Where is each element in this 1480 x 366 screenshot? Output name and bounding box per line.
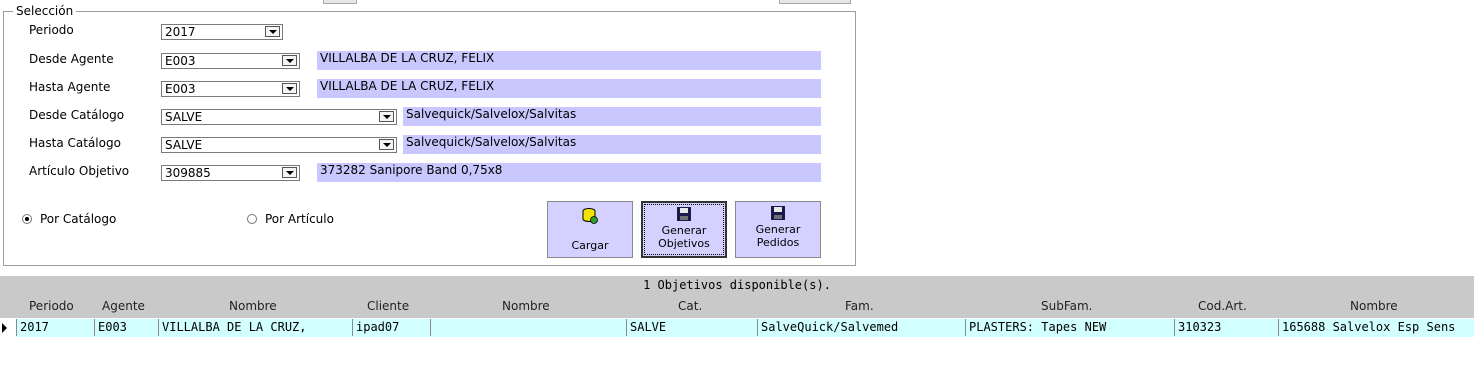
- generar-pedidos-label-1: Generar: [755, 223, 801, 236]
- col-header-codart[interactable]: Cod.Art.: [1198, 299, 1247, 313]
- por-catalogo-label[interactable]: Por Catálogo: [40, 212, 116, 226]
- database-load-icon: [582, 208, 598, 224]
- chevron-down-icon[interactable]: [282, 83, 297, 94]
- cell-cliente[interactable]: ipad07: [352, 319, 430, 336]
- hasta-catalogo-description: Salvequick/Salvelox/Salvitas: [403, 135, 821, 154]
- cell-agente[interactable]: E003: [94, 319, 158, 336]
- desde-agente-value: E003: [165, 54, 196, 68]
- hasta-agente-value: E003: [165, 82, 196, 96]
- periodo-value: 2017: [165, 25, 196, 39]
- articulo-objetivo-description: 373282 Sanipore Band 0,75x8: [317, 163, 821, 182]
- hasta-agente-label: Hasta Agente: [29, 80, 111, 94]
- cell-nombre-agente[interactable]: VILLALBA DE LA CRUZ,: [158, 319, 352, 336]
- current-row-indicator-icon: [2, 323, 7, 333]
- generar-objetivos-button[interactable]: Generar Objetivos: [641, 201, 727, 258]
- periodo-combo[interactable]: 2017: [161, 24, 283, 40]
- toolbar-edge: [323, 0, 357, 4]
- cell-periodo[interactable]: 2017: [16, 319, 94, 336]
- col-header-agente[interactable]: Agente: [102, 299, 145, 313]
- col-header-nombre-cliente[interactable]: Nombre: [502, 299, 550, 313]
- articulo-objetivo-value: 309885: [165, 166, 211, 180]
- col-header-subfam[interactable]: SubFam.: [1041, 299, 1093, 313]
- hasta-catalogo-label: Hasta Catálogo: [29, 136, 121, 150]
- grid-status: 1 Objetivos disponible(s).: [643, 278, 831, 292]
- cell-fam[interactable]: SalveQuick/Salvemed: [757, 319, 965, 336]
- hasta-agente-combo[interactable]: E003: [161, 81, 300, 97]
- save-icon: [677, 207, 691, 221]
- cell-nombre-cliente[interactable]: [430, 319, 626, 336]
- cell-subfam[interactable]: PLASTERS: Tapes NEW: [965, 319, 1174, 336]
- cargar-label: Cargar: [571, 239, 609, 252]
- hasta-catalogo-combo[interactable]: SALVE: [161, 137, 397, 153]
- desde-agente-label: Desde Agente: [29, 52, 114, 66]
- articulo-objetivo-label: Artículo Objetivo: [29, 164, 130, 178]
- desde-catalogo-combo[interactable]: SALVE: [161, 109, 397, 125]
- seleccion-legend: Selección: [13, 4, 77, 18]
- desde-agente-combo[interactable]: E003: [161, 53, 300, 69]
- generar-objetivos-label-2: Objetivos: [658, 237, 710, 250]
- chevron-down-icon[interactable]: [265, 26, 280, 37]
- chevron-down-icon[interactable]: [282, 167, 297, 178]
- articulo-objetivo-combo[interactable]: 309885: [161, 165, 300, 181]
- periodo-label: Periodo: [29, 23, 74, 37]
- generar-pedidos-button[interactable]: Generar Pedidos: [735, 201, 821, 258]
- hasta-catalogo-value: SALVE: [165, 138, 203, 152]
- cell-codart[interactable]: 310323: [1174, 319, 1278, 336]
- col-header-nombre-articulo[interactable]: Nombre: [1350, 299, 1398, 313]
- chevron-down-icon[interactable]: [282, 55, 297, 66]
- cell-nombre-articulo[interactable]: 165688 Salvelox Esp Sens: [1278, 319, 1474, 336]
- por-articulo-label[interactable]: Por Artículo: [265, 212, 334, 226]
- col-header-nombre-agente[interactable]: Nombre: [229, 299, 277, 313]
- generar-pedidos-label-2: Pedidos: [756, 236, 800, 249]
- toolbar-edge: [779, 0, 851, 4]
- desde-agente-description: VILLALBA DE LA CRUZ, FELIX: [317, 51, 821, 70]
- save-icon: [771, 206, 785, 220]
- desde-catalogo-label: Desde Catálogo: [29, 108, 125, 122]
- col-header-fam[interactable]: Fam.: [845, 299, 874, 313]
- hasta-agente-description: VILLALBA DE LA CRUZ, FELIX: [317, 79, 821, 98]
- col-header-cliente[interactable]: Cliente: [367, 299, 409, 313]
- cell-cat[interactable]: SALVE: [626, 319, 757, 336]
- generar-objetivos-label-1: Generar: [661, 224, 707, 237]
- desde-catalogo-value: SALVE: [165, 110, 203, 124]
- chevron-down-icon[interactable]: [379, 139, 394, 150]
- col-header-periodo[interactable]: Periodo: [29, 299, 74, 313]
- desde-catalogo-description: Salvequick/Salvelox/Salvitas: [403, 107, 821, 126]
- por-articulo-radio[interactable]: [247, 214, 257, 224]
- cargar-button[interactable]: Cargar: [547, 201, 633, 258]
- chevron-down-icon[interactable]: [379, 111, 394, 122]
- col-header-cat[interactable]: Cat.: [678, 299, 702, 313]
- por-catalogo-radio[interactable]: [22, 214, 32, 224]
